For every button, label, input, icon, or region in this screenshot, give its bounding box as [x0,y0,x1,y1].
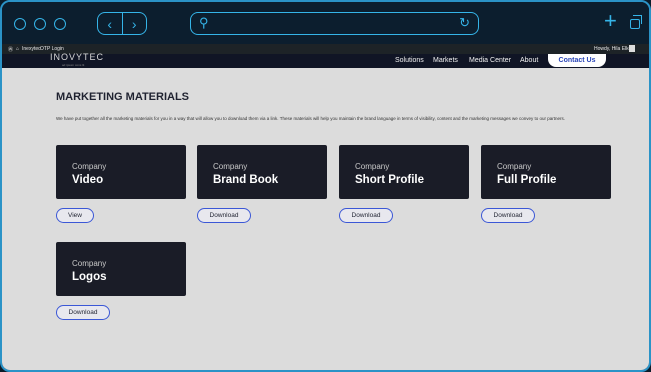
download-button[interactable]: Download [481,208,535,223]
view-button[interactable]: View [56,208,94,223]
material-card-video[interactable]: Company Video [56,145,186,199]
card-caption: Company [355,162,390,171]
close-window-icon[interactable] [14,18,26,30]
back-icon[interactable]: ‹ [98,13,123,34]
card-title: Full Profile [497,174,557,186]
material-card-logos[interactable]: Company Logos [56,242,186,296]
nav-link-markets[interactable]: Markets [433,57,458,64]
browser-titlebar: ‹ › ⚲ ↻ + [2,2,649,44]
card-title: Brand Book [213,174,279,186]
search-icon: ⚲ [199,15,209,30]
minimize-window-icon[interactable] [34,18,46,30]
wordpress-icon[interactable]: Ⓦ [8,46,13,53]
new-tab-icon[interactable]: + [604,10,617,32]
card-title: Short Profile [355,174,425,186]
avatar[interactable] [629,45,635,52]
material-card-full-profile[interactable]: Company Full Profile [481,145,611,199]
forward-icon[interactable]: › [123,13,147,34]
maximize-window-icon[interactable] [54,18,66,30]
main-content: MARKETING MATERIALS We have put together… [2,68,649,370]
contact-us-button[interactable]: Contact Us [548,54,606,67]
site-logo[interactable]: INOVYTEC [50,53,104,62]
download-button[interactable]: Download [56,305,110,320]
history-nav: ‹ › [97,12,147,35]
logo-tagline: ad ipsum cons lit [62,63,85,67]
nav-link-about[interactable]: About [520,57,538,64]
card-caption: Company [497,162,532,171]
material-card-short-profile[interactable]: Company Short Profile [339,145,469,199]
nav-link-media-center[interactable]: Media Center [469,57,511,64]
card-caption: Company [213,162,248,171]
card-title: Logos [72,271,107,283]
home-icon[interactable]: ⌂ [16,46,19,52]
page-title: MARKETING MATERIALS [56,91,190,103]
tab-overview-icon[interactable] [630,15,642,29]
download-button[interactable]: Download [197,208,251,223]
address-bar[interactable]: ⚲ ↻ [190,12,479,35]
card-caption: Company [72,259,107,268]
nav-link-solutions[interactable]: Solutions [395,57,424,64]
download-button[interactable]: Download [339,208,393,223]
browser-window: ‹ › ⚲ ↻ + Ⓦ ⌂ Inexytec OTP Login Howdy, … [0,0,651,372]
card-title: Video [72,174,104,186]
admin-site-link[interactable]: Inexytec [22,46,41,52]
page-description: We have put together all the marketing m… [56,116,566,121]
reload-icon[interactable]: ↻ [459,15,470,31]
material-card-brand-book[interactable]: Company Brand Book [197,145,327,199]
card-caption: Company [72,162,107,171]
